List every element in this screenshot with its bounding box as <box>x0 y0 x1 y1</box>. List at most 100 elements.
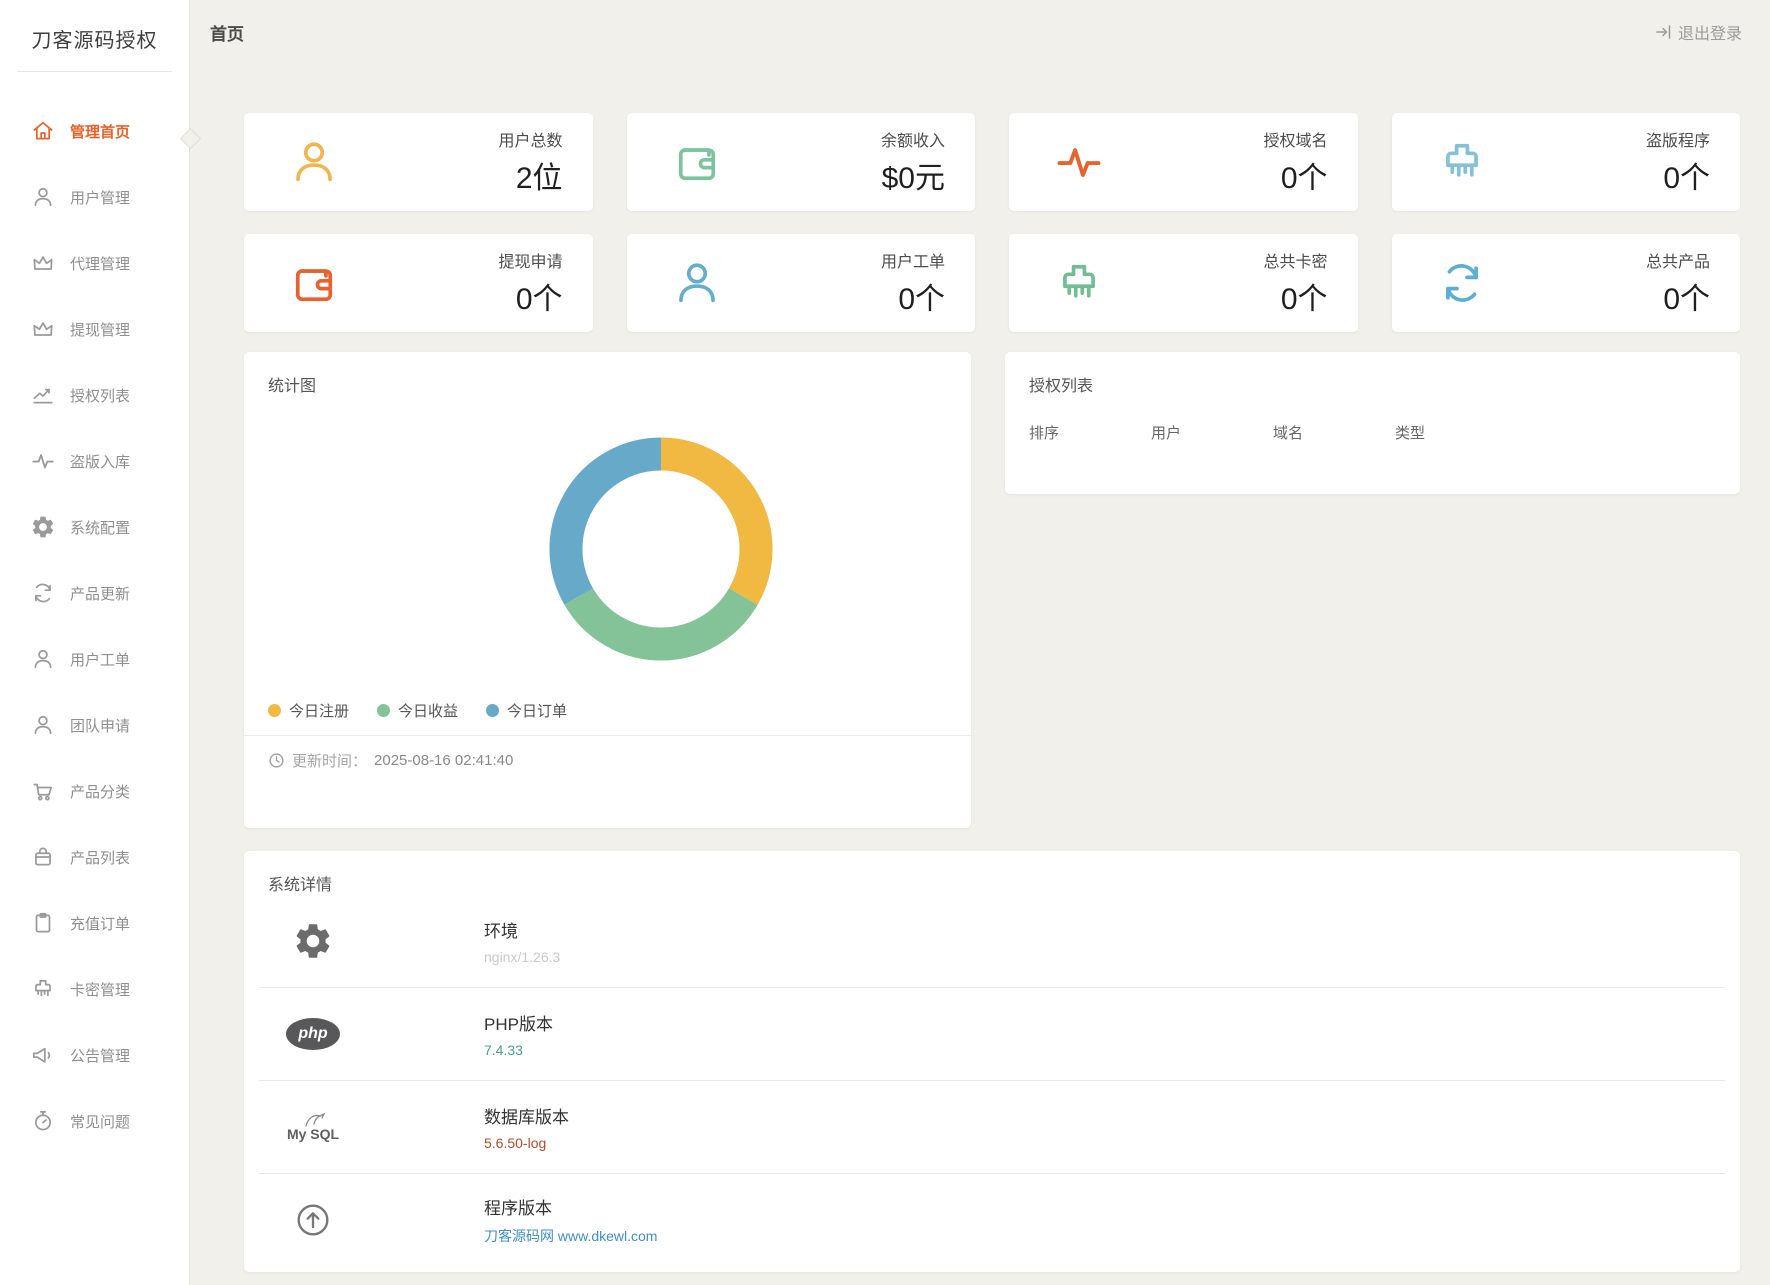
sidebar-item-label: 常见问题 <box>70 1111 130 1132</box>
sidebar-item-product-category[interactable]: 产品分类 <box>0 758 189 824</box>
legend-dot <box>486 704 499 717</box>
auth-list-header: 排序 用户 域名 类型 <box>1005 396 1740 443</box>
sidebar-item-card-key-management[interactable]: 卡密管理 <box>0 956 189 1022</box>
sidebar-item-label: 用户工单 <box>70 649 130 670</box>
auth-list-card: 授权列表 排序 用户 域名 类型 <box>1005 352 1740 494</box>
stat-value: 0个 <box>881 274 945 318</box>
sidebar-item-label: 卡密管理 <box>70 979 130 1000</box>
auth-column-user: 用户 <box>1151 422 1273 443</box>
stopwatch-icon <box>30 1108 56 1134</box>
program-version-link[interactable]: 刀客源码网 www.dkewl.com <box>484 1226 657 1246</box>
stat-card-total-products: 总共产品 0个 <box>1392 234 1741 332</box>
wallet-icon <box>288 257 340 309</box>
stat-value: $0元 <box>881 153 945 197</box>
stats-grid: 用户总数 2位 余额收入 $0元 <box>244 113 1740 332</box>
system-row-label: 程序版本 <box>484 1194 657 1219</box>
legend-label: 今日收益 <box>398 700 458 721</box>
system-row-value: 7.4.33 <box>484 1042 553 1058</box>
main-area: 首页 退出登录 用户总数 2位 <box>190 0 1770 1285</box>
system-details-card: 系统详情 环境 nginx/1.26.3 php PHP版本 <box>244 851 1740 1272</box>
chart-update-row: 更新时间： 2025-08-16 02:41:40 <box>244 736 971 785</box>
legend-item-register[interactable]: 今日注册 <box>268 700 349 721</box>
system-row-value: 5.6.50-log <box>484 1135 569 1151</box>
stat-card-balance-income: 余额收入 $0元 <box>627 113 976 211</box>
brush-icon <box>30 976 56 1002</box>
stat-card-withdraw-requests: 提现申请 0个 <box>244 234 593 332</box>
donut-slice-orders <box>566 454 661 597</box>
mysql-logo: My SQL <box>258 1112 368 1142</box>
sidebar-item-label: 授权列表 <box>70 385 130 406</box>
user-icon <box>30 646 56 672</box>
system-row-value: nginx/1.26.3 <box>484 949 560 965</box>
sidebar-item-label: 产品更新 <box>70 583 130 604</box>
sidebar-item-label: 公告管理 <box>70 1045 130 1066</box>
legend-item-income[interactable]: 今日收益 <box>377 700 458 721</box>
sidebar-item-label: 系统配置 <box>70 517 130 538</box>
stat-card-total-card-keys: 总共卡密 0个 <box>1009 234 1358 332</box>
clipboard-icon <box>30 910 56 936</box>
trend-chart-icon <box>30 382 56 408</box>
chart-legend: 今日注册 今日收益 今日订单 <box>244 696 971 735</box>
sidebar-item-team-apply[interactable]: 团队申请 <box>0 692 189 758</box>
sidebar-item-pirate-storage[interactable]: 盗版入库 <box>0 428 189 494</box>
sidebar-item-label: 管理首页 <box>70 121 130 142</box>
update-time-value: 2025-08-16 02:41:40 <box>374 752 513 769</box>
update-time-label: 更新时间： <box>292 750 367 771</box>
user-icon <box>671 257 723 309</box>
donut-chart <box>244 396 971 696</box>
auth-column-type: 类型 <box>1395 422 1517 443</box>
stat-value: 0个 <box>1263 153 1327 197</box>
system-row-label: PHP版本 <box>484 1010 553 1035</box>
topbar: 首页 退出登录 <box>190 0 1770 64</box>
sidebar-item-label: 产品分类 <box>70 781 130 802</box>
legend-label: 今日注册 <box>289 700 349 721</box>
system-row-environment: 环境 nginx/1.26.3 <box>244 895 1740 987</box>
legend-label: 今日订单 <box>507 700 567 721</box>
sidebar-item-recharge-orders[interactable]: 充值订单 <box>0 890 189 956</box>
auth-column-domain: 域名 <box>1273 422 1395 443</box>
sidebar-item-system-config[interactable]: 系统配置 <box>0 494 189 560</box>
system-row-label: 数据库版本 <box>484 1103 569 1128</box>
sidebar-item-label: 产品列表 <box>70 847 130 868</box>
stat-card-pirate-programs: 盗版程序 0个 <box>1392 113 1741 211</box>
stats-chart-card: 统计图 今日注册 今日收益 <box>244 352 971 828</box>
logout-button[interactable]: 退出登录 <box>1654 20 1742 44</box>
crown-icon <box>30 250 56 276</box>
legend-item-orders[interactable]: 今日订单 <box>486 700 567 721</box>
stat-card-auth-domains: 授权域名 0个 <box>1009 113 1358 211</box>
sidebar-item-admin-home[interactable]: 管理首页 <box>0 98 189 164</box>
stat-card-user-tickets: 用户工单 0个 <box>627 234 976 332</box>
sidebar: 刀客源码授权 管理首页 用户管理 代理 <box>0 0 190 1285</box>
sidebar-item-faq[interactable]: 常见问题 <box>0 1088 189 1154</box>
chart-card-title: 统计图 <box>244 352 971 396</box>
sidebar-item-auth-list[interactable]: 授权列表 <box>0 362 189 428</box>
stat-value: 0个 <box>1646 274 1710 318</box>
auth-column-sort: 排序 <box>1029 422 1151 443</box>
logout-label: 退出登录 <box>1678 20 1742 44</box>
legend-dot <box>377 704 390 717</box>
user-icon <box>30 712 56 738</box>
stat-value: 0个 <box>498 274 562 318</box>
divider <box>17 71 172 72</box>
stat-value: 0个 <box>1263 274 1327 318</box>
refresh-icon <box>30 580 56 606</box>
stat-label: 授权域名 <box>1263 127 1327 151</box>
donut-chart-svg <box>546 434 776 664</box>
brush-icon <box>1053 257 1105 309</box>
sidebar-item-user-management[interactable]: 用户管理 <box>0 164 189 230</box>
sidebar-item-announcement-management[interactable]: 公告管理 <box>0 1022 189 1088</box>
crown-icon <box>30 316 56 342</box>
arrow-up-circle-icon <box>258 1200 368 1240</box>
sidebar-item-withdraw-management[interactable]: 提现管理 <box>0 296 189 362</box>
system-row-database: My SQL 数据库版本 5.6.50-log <box>244 1081 1740 1173</box>
sidebar-item-user-tickets[interactable]: 用户工单 <box>0 626 189 692</box>
sidebar-item-agent-management[interactable]: 代理管理 <box>0 230 189 296</box>
legend-dot <box>268 704 281 717</box>
system-row-label: 环境 <box>484 917 560 942</box>
refresh-icon <box>1436 257 1488 309</box>
sidebar-item-label: 团队申请 <box>70 715 130 736</box>
sidebar-item-label: 代理管理 <box>70 253 130 274</box>
sidebar-item-product-update[interactable]: 产品更新 <box>0 560 189 626</box>
sidebar-item-product-list[interactable]: 产品列表 <box>0 824 189 890</box>
stat-label: 盗版程序 <box>1646 127 1710 151</box>
